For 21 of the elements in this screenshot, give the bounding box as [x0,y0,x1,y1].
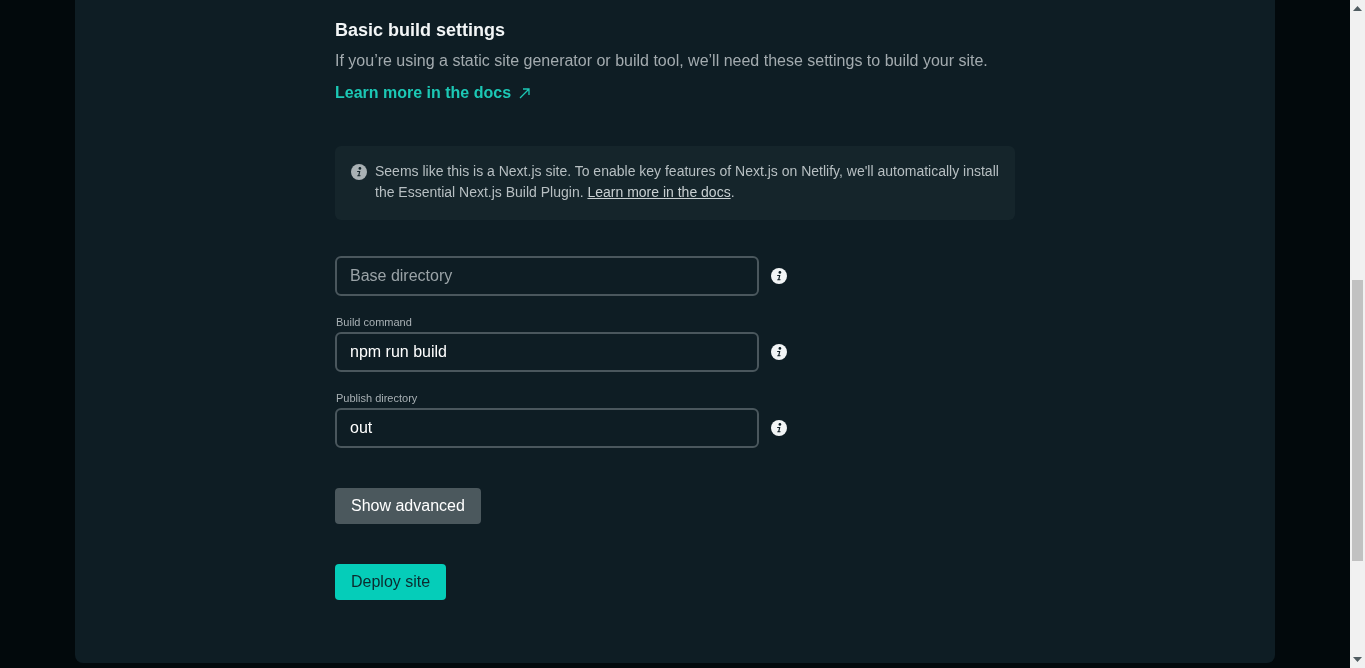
notice-text: Seems like this is a Next.js site. To enable key features of Next.js on Netlify, we'll automatically install the Essential Next.js Build Plugin. Learn more in the docs. [375,162,1000,202]
scrollbar-thumb[interactable] [1352,280,1363,561]
docs-link[interactable]: Learn more in the docs [335,81,531,105]
info-icon [351,163,367,180]
input-field[interactable]: out [335,408,759,448]
scroll-down-icon[interactable] [1353,657,1362,662]
info-icon[interactable] [771,420,787,436]
info-icon[interactable] [771,268,787,284]
docs-link[interactable]: Learn more in the docs [587,184,731,200]
input-field[interactable]: Base directory [335,256,759,296]
scrollbar[interactable] [1350,0,1365,668]
deploy-button[interactable]: Deploy site [335,564,447,600]
field-label: Publish directory [336,391,418,405]
input-field[interactable]: npm run build [335,332,759,372]
scroll-up-icon[interactable] [1353,6,1362,11]
advanced-button[interactable]: Show advanced [335,488,481,524]
info-icon[interactable] [771,344,787,360]
section-description: If you’re using a static site generator or build tool, we’ll need these settings to build your site. [335,51,988,71]
section-title: Basic build settings [335,19,506,42]
arrow-icon [519,87,531,99]
field-label: Build command [336,315,412,329]
